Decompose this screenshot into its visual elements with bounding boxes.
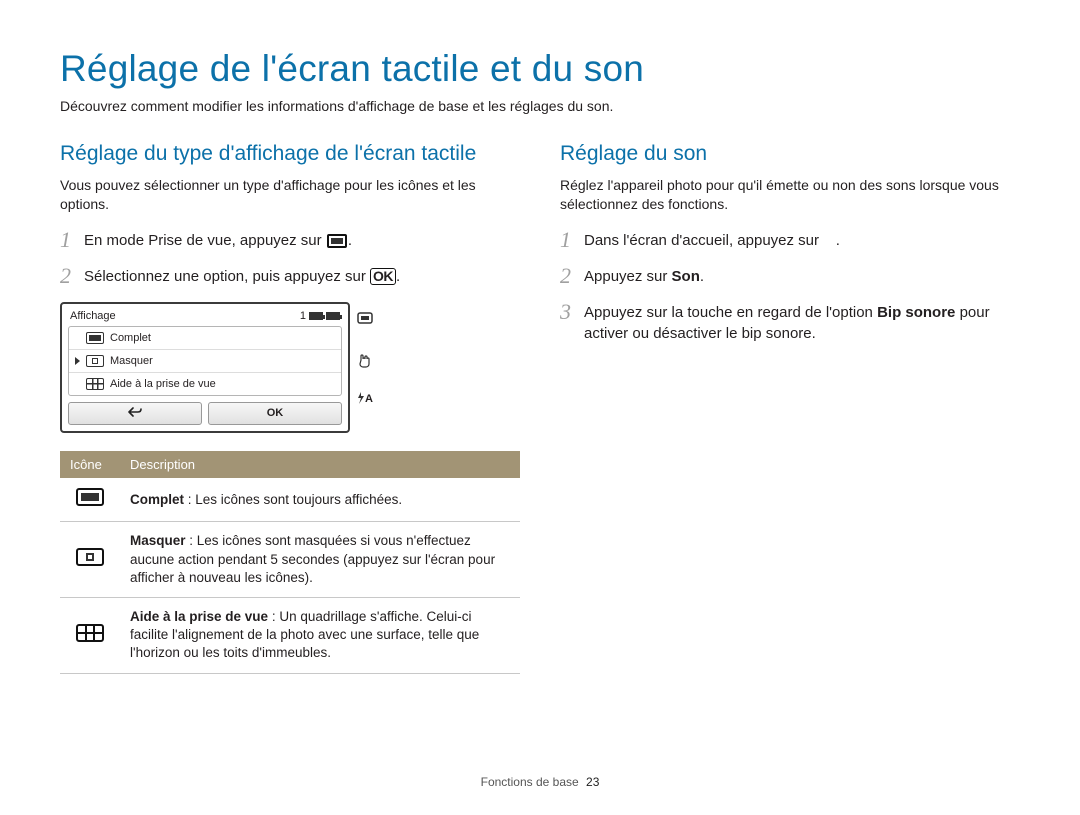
step-number: 2	[560, 264, 584, 288]
step-number: 1	[560, 228, 584, 252]
table-desc-cell: Aide à la prise de vue : Un quadrillage …	[120, 598, 520, 674]
selection-marker	[75, 334, 80, 342]
right-intro: Réglez l'appareil photo pour qu'il émett…	[560, 176, 1020, 214]
cs-title: Affichage	[70, 310, 116, 322]
masquer-icon	[86, 355, 104, 367]
right-heading: Réglage du son	[560, 142, 1020, 166]
selection-marker	[75, 380, 80, 388]
left-heading: Réglage du type d'affichage de l'écran t…	[60, 142, 520, 166]
page-footer: Fonctions de base 23	[0, 775, 1080, 789]
cs-item-label: Aide à la prise de vue	[110, 378, 216, 390]
table-icon-cell	[60, 598, 120, 674]
row-desc: : Les icônes sont toujours affichées.	[184, 492, 402, 507]
cs-item-aide: Aide à la prise de vue	[69, 373, 341, 395]
cs-item-label: Complet	[110, 332, 151, 344]
footer-section: Fonctions de base	[481, 775, 579, 789]
right-step-1: 1 Dans l'écran d'accueil, appuyez sur .	[560, 228, 1020, 252]
step-text-part: Appuyez sur la touche en regard de l'opt…	[584, 304, 877, 321]
row-term: Complet	[130, 492, 184, 507]
step-text: Sélectionnez une option, puis appuyez su…	[84, 264, 400, 287]
grid-icon	[76, 624, 104, 642]
step-text: Dans l'écran d'accueil, appuyez sur .	[584, 228, 840, 251]
right-step-3: 3 Appuyez sur la touche en regard de l'o…	[560, 300, 1020, 344]
row-term: Aide à la prise de vue	[130, 609, 268, 624]
mode-indicator-icon	[356, 312, 374, 326]
masquer-icon	[76, 548, 104, 566]
table-desc-cell: Masquer : Les icônes sont masquées si vo…	[120, 522, 520, 598]
left-step-1: 1 En mode Prise de vue, appuyez sur .	[60, 228, 520, 252]
table-row: Complet : Les icônes sont toujours affic…	[60, 478, 520, 522]
step-number: 1	[60, 228, 84, 252]
step-text: En mode Prise de vue, appuyez sur .	[84, 228, 352, 251]
cs-ok-button: OK	[208, 402, 342, 425]
step-number: 2	[60, 264, 84, 288]
complet-icon	[86, 332, 104, 344]
manual-page: Réglage de l'écran tactile et du son Déc…	[0, 0, 1080, 815]
display-mode-icon	[327, 234, 347, 248]
battery-icon	[326, 312, 340, 320]
left-intro: Vous pouvez sélectionner un type d'affic…	[60, 176, 520, 214]
row-term: Masquer	[130, 533, 186, 548]
camera-side-indicators: A	[356, 312, 374, 406]
grid-icon	[86, 378, 104, 390]
two-column-layout: Réglage du type d'affichage de l'écran t…	[60, 142, 1020, 674]
selection-marker-icon	[75, 357, 80, 365]
table-row: Masquer : Les icônes sont masquées si vo…	[60, 522, 520, 598]
camera-screen-wrapper: Affichage 1 Complet	[60, 302, 350, 433]
step-text: Appuyez sur la touche en regard de l'opt…	[584, 300, 1020, 344]
icon-description-table: Icône Description Complet : Les icônes s…	[60, 451, 520, 674]
step-bold-term: Son	[672, 268, 700, 285]
page-subtitle: Découvrez comment modifier les informati…	[60, 98, 1020, 114]
left-steps: 1 En mode Prise de vue, appuyez sur . 2 …	[60, 228, 520, 288]
step-text-part: Sélectionnez une option, puis appuyez su…	[84, 268, 370, 285]
table-icon-cell	[60, 478, 120, 522]
row-desc: : Les icônes sont masquées si vous n'eff…	[130, 533, 495, 584]
battery-icon	[309, 312, 323, 320]
step-text-part: Dans l'écran d'accueil, appuyez sur	[584, 232, 823, 249]
table-desc-cell: Complet : Les icônes sont toujours affic…	[120, 478, 520, 522]
cs-header-right: 1	[300, 310, 340, 322]
table-row: Aide à la prise de vue : Un quadrillage …	[60, 598, 520, 674]
right-step-2: 2 Appuyez sur Son.	[560, 264, 1020, 288]
hand-ois-icon	[356, 352, 374, 366]
ok-icon: OK	[370, 268, 396, 285]
cs-item-masquer: Masquer	[69, 350, 341, 373]
cs-option-list: Complet Masquer Aide à la prise de vue	[68, 326, 342, 396]
step-text-part: En mode Prise de vue, appuyez sur	[84, 232, 326, 249]
step-text: Appuyez sur Son.	[584, 264, 704, 287]
left-column: Réglage du type d'affichage de l'écran t…	[60, 142, 520, 674]
flash-auto-icon: A	[356, 392, 374, 406]
step-text-part: .	[700, 268, 704, 285]
cs-item-label: Masquer	[110, 355, 153, 367]
right-steps: 1 Dans l'écran d'accueil, appuyez sur . …	[560, 228, 1020, 344]
step-text-part: Appuyez sur	[584, 268, 672, 285]
camera-screen-header: Affichage 1	[68, 310, 342, 326]
left-step-2: 2 Sélectionnez une option, puis appuyez …	[60, 264, 520, 288]
table-icon-cell	[60, 522, 120, 598]
step-number: 3	[560, 300, 584, 324]
table-header-desc: Description	[120, 451, 520, 478]
right-column: Réglage du son Réglez l'appareil photo p…	[560, 142, 1020, 674]
back-arrow-icon	[128, 407, 142, 417]
cs-count: 1	[300, 310, 306, 322]
complet-icon	[76, 488, 104, 506]
page-title: Réglage de l'écran tactile et du son	[60, 48, 1020, 90]
cs-item-complet: Complet	[69, 327, 341, 350]
step-bold-term: Bip sonore	[877, 304, 955, 321]
cs-buttons: OK	[68, 402, 342, 425]
table-header-icon: Icône	[60, 451, 120, 478]
cs-back-button	[68, 402, 202, 425]
camera-screen: Affichage 1 Complet	[60, 302, 350, 433]
footer-page-number: 23	[586, 775, 599, 789]
